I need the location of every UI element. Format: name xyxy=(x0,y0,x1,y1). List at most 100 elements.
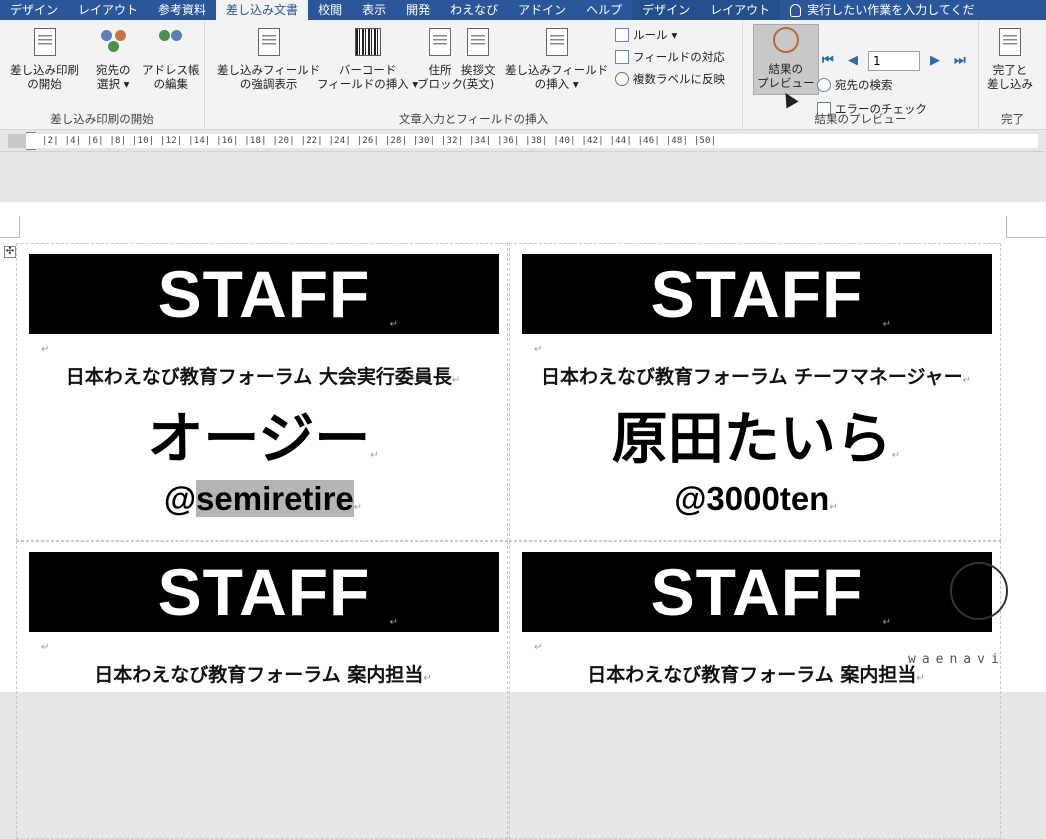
group-label-write: 文章入力とフィールドの挿入 xyxy=(398,112,549,126)
update-labels-button[interactable]: 複数ラベルに反映 xyxy=(615,70,725,88)
first-record-icon[interactable]: ⏮ xyxy=(822,53,834,68)
match-fields-button[interactable]: フィールドの対応 xyxy=(615,48,725,66)
tab-references[interactable]: 参考資料 xyxy=(148,0,216,20)
greeting-line2: (英文) xyxy=(462,77,495,91)
group-label-preview: 結果のプレビュー xyxy=(814,112,907,126)
match-fields-icon xyxy=(615,50,629,64)
select-recipients-line2: 選択 ▾ xyxy=(97,77,130,91)
tab-layout[interactable]: レイアウト xyxy=(68,0,148,20)
finish-line2: 差し込み xyxy=(987,77,1033,91)
edit-list-line2: の編集 xyxy=(153,77,189,91)
preview-line1: 結果の xyxy=(768,62,804,76)
preview-line2: プレビュー xyxy=(757,76,815,90)
start-mail-merge-button[interactable]: 差し込み印刷 の開始 xyxy=(10,28,79,91)
recipients-icon xyxy=(99,28,129,56)
previous-record-icon[interactable]: ◀ xyxy=(848,53,858,68)
finish-line1: 完了と xyxy=(992,63,1028,77)
last-record-icon[interactable]: ⏭ xyxy=(954,53,966,68)
logo-text: waenavi xyxy=(908,652,1005,667)
logo-circle xyxy=(950,562,1008,620)
highlight-merge-fields-button[interactable]: 差し込みフィールド の強調表示 xyxy=(217,28,320,91)
role-text: 日本わえなび教育フォーラム チーフマネージャー↵ xyxy=(541,366,971,388)
staff-handle: @3000ten↵ xyxy=(674,480,838,517)
finish-merge-icon xyxy=(999,28,1021,56)
greeting-line1: 挨拶文 xyxy=(461,63,496,77)
find-recipient-button[interactable]: 宛先の検索 xyxy=(817,76,893,94)
select-recipients-line1: 宛先の xyxy=(96,63,131,77)
group-finish: 完了と 差し込み 完了 xyxy=(979,20,1046,130)
waenavi-logo: waenavi xyxy=(880,560,1020,680)
tab-table-layout[interactable]: レイアウト xyxy=(700,0,781,20)
table-move-handle[interactable]: ✣ xyxy=(4,246,16,258)
staff-banner: STAFF ↵ xyxy=(29,254,499,334)
role-text: 日本わえなび教育フォーラム 大会実行委員長↵ xyxy=(65,366,461,388)
insert-field-line1: 差し込みフィールド xyxy=(505,63,609,77)
paragraph-mark: ↵ xyxy=(534,344,543,355)
greeting-line-icon xyxy=(467,28,490,56)
edit-list-icon xyxy=(157,28,187,56)
paragraph-mark: ↵ xyxy=(41,344,50,355)
start-merge-line2: の開始 xyxy=(27,77,62,91)
staff-handle: @semiretire↵ xyxy=(163,480,363,517)
tab-view[interactable]: 表示 xyxy=(352,0,396,20)
insert-field-line2: の挿入 ▾ xyxy=(534,77,579,91)
document-icon xyxy=(33,28,56,56)
highlighted-merge-field[interactable]: semiretire xyxy=(196,480,354,517)
page-corner-mark-right xyxy=(1006,216,1046,238)
tell-me-box[interactable]: 実行したい作業を入力してくだ xyxy=(780,0,984,20)
edit-recipient-list-button[interactable]: アドレス帳 の編集 xyxy=(142,28,200,91)
select-recipients-button[interactable]: 宛先の 選択 ▾ xyxy=(96,28,131,91)
paragraph-mark: ↵ xyxy=(41,642,50,653)
insert-barcode-button[interactable]: バーコード フィールドの挿入 ▾ xyxy=(317,28,418,91)
address-line1: 住所 xyxy=(428,63,452,77)
barcode-icon xyxy=(354,28,381,56)
group-start-mail-merge: 差し込み印刷 の開始 宛先の 選択 ▾ アドレス帳 の編集 差し込み印刷の開始 xyxy=(0,20,205,130)
barcode-line1: バーコード xyxy=(338,63,397,77)
tab-review[interactable]: 校閲 xyxy=(308,0,352,20)
staff-banner: STAFF ↵ xyxy=(522,254,992,334)
group-label-start: 差し込み印刷の開始 xyxy=(50,112,154,126)
tab-help[interactable]: ヘルプ xyxy=(576,0,632,20)
lightbulb-icon xyxy=(790,3,802,17)
staff-banner: STAFF ↵ xyxy=(29,552,499,632)
preview-results-icon xyxy=(772,27,799,53)
staff-name: オージー↵ xyxy=(147,407,379,472)
address-line2: ブロック xyxy=(417,77,463,91)
rules-button[interactable]: ルール ▾ xyxy=(615,26,677,44)
preview-results-button[interactable]: 結果の プレビュー xyxy=(753,24,819,95)
record-number-input[interactable]: 1 xyxy=(868,51,920,71)
tab-waenavi[interactable]: わえなび xyxy=(440,0,508,20)
tab-addins[interactable]: アドイン xyxy=(508,0,576,20)
tab-design[interactable]: デザイン xyxy=(0,0,68,20)
horizontal-ruler[interactable]: |2| |4| |6| |8| |10| |12| |14| |16| |18|… xyxy=(0,130,1046,152)
insert-field-icon xyxy=(545,28,568,56)
group-preview-results: 結果の プレビュー 宛先の検索 エラーのチェック 結果のプレビュー xyxy=(743,20,979,130)
edit-list-line1: アドレス帳 xyxy=(142,63,200,77)
insert-merge-field-button[interactable]: 差し込みフィールド の挿入 ▾ xyxy=(505,28,608,91)
ruler-scale: |2| |4| |6| |8| |10| |12| |14| |16| |18|… xyxy=(8,134,1038,148)
tab-table-design[interactable]: デザイン xyxy=(632,0,701,20)
finish-merge-button[interactable]: 完了と 差し込み xyxy=(987,28,1033,91)
start-merge-line1: 差し込み印刷 xyxy=(10,63,79,77)
greeting-line-button[interactable]: 挨拶文 (英文) xyxy=(461,28,496,91)
label-cell-2[interactable]: STAFF ↵ ↵ 日本わえなび教育フォーラム チーフマネージャー↵ 原田たいら↵… xyxy=(509,243,1001,541)
label-cell-1[interactable]: STAFF ↵ ↵ 日本わえなび教育フォーラム 大会実行委員長↵ オージー↵ @s… xyxy=(16,243,508,541)
page-corner-mark-left xyxy=(0,216,20,238)
address-block-button[interactable]: 住所 ブロック xyxy=(417,28,463,91)
tab-mailings[interactable]: 差し込み文書 xyxy=(216,0,309,20)
group-label-finish: 完了 xyxy=(1001,112,1024,126)
highlight-line2: の強調表示 xyxy=(239,77,298,91)
ruler-margin-left xyxy=(8,134,26,148)
paragraph-mark: ↵ xyxy=(534,642,543,653)
tab-developer[interactable]: 開発 xyxy=(396,0,440,20)
highlight-fields-icon xyxy=(257,28,280,56)
highlight-line1: 差し込みフィールド xyxy=(217,63,321,77)
next-record-icon[interactable]: ▶ xyxy=(930,53,940,68)
search-icon xyxy=(817,78,831,92)
rules-icon xyxy=(615,28,629,42)
update-labels-icon xyxy=(615,72,629,86)
label-cell-3[interactable]: STAFF ↵ ↵ 日本わえなび教育フォーラム 案内担当↵ xyxy=(16,541,508,839)
role-text: 日本わえなび教育フォーラム 案内担当↵ xyxy=(94,664,432,686)
ribbon: 差し込み印刷 の開始 宛先の 選択 ▾ アドレス帳 の編集 差し込み印刷の開始 … xyxy=(0,20,1046,130)
barcode-line2: フィールドの挿入 ▾ xyxy=(317,77,419,91)
